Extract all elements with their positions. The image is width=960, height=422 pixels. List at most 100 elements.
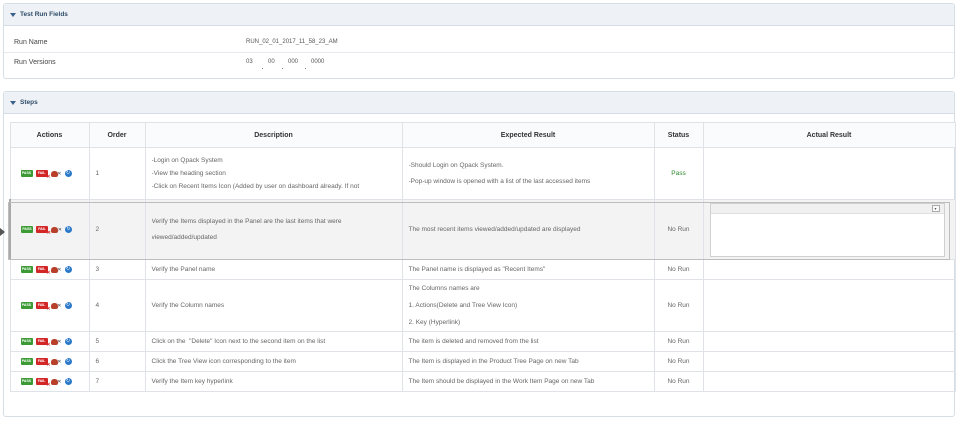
fail-icon[interactable]: FAIL — [35, 358, 51, 368]
fail-icon[interactable]: FAIL — [35, 266, 51, 276]
bug-delete-icon[interactable] — [50, 358, 62, 366]
step-row-1[interactable]: PASS FAIL ↻ 1 -Login on Qpack System -Vi… — [9, 147, 956, 200]
fail-icon[interactable]: FAIL — [36, 226, 51, 236]
actions-cell: PASS FAIL ↻ — [9, 199, 90, 260]
actions-cell: PASS FAIL ↻ — [9, 371, 90, 392]
run-versions-label: Run Versions — [14, 59, 56, 66]
bug-delete-icon[interactable] — [50, 302, 62, 310]
expected-cell: The Item is displayed in the Product Tre… — [401, 351, 655, 372]
refresh-icon[interactable]: ↻ — [64, 266, 72, 273]
expected-cell: -Should Login on Qpack System. -Pop-up w… — [401, 147, 655, 200]
status-cell: Pass — [653, 147, 704, 200]
description-line: -Login on Qpack System — [151, 157, 223, 164]
refresh-icon[interactable]: ↻ — [64, 378, 72, 385]
pass-icon[interactable]: PASS — [20, 378, 33, 385]
expected-cell: The item is deleted and removed from the… — [401, 331, 655, 352]
description-cell: Verify the Panel name — [144, 259, 403, 280]
description-cell: Verify the Column names — [144, 279, 403, 332]
steps-title: Steps — [20, 99, 38, 106]
run-version-minor[interactable]: 00 — [268, 59, 275, 65]
status-cell: No Run — [653, 279, 704, 332]
status-cell: No Run — [653, 371, 704, 392]
refresh-icon[interactable]: ↻ — [64, 170, 72, 177]
status-cell: No Run — [653, 259, 704, 280]
description-cell: Click on the "Delete" Icon next to the s… — [144, 331, 403, 352]
step-row-6[interactable]: PASS FAIL ↻ 6 Click the Tree View icon c… — [9, 351, 956, 372]
actions-cell: PASS FAIL ↻ — [9, 147, 90, 200]
step-row-4[interactable]: PASS FAIL ↻ 4 Verify the Column names Th… — [9, 279, 956, 332]
status-cell: No Run — [653, 351, 704, 372]
col-status: Status — [653, 122, 704, 148]
pass-icon[interactable]: PASS — [20, 170, 33, 177]
pass-icon[interactable]: PASS — [20, 302, 33, 309]
description-cell: Verify the Items displayed in the Panel … — [144, 199, 403, 260]
test-run-fields-title: Test Run Fields — [20, 11, 68, 18]
steps-header[interactable]: Steps — [4, 92, 954, 114]
fail-icon[interactable]: FAIL — [35, 338, 51, 348]
refresh-icon[interactable]: ↻ — [65, 226, 72, 233]
version-separator — [282, 68, 283, 69]
test-run-fields-panel: Test Run Fields Run Name RUN_02_01_2017_… — [3, 3, 955, 79]
step-row-5[interactable]: PASS FAIL ↻ 5 Click on the "Delete" Icon… — [9, 331, 956, 352]
order-cell: 2 — [88, 199, 146, 260]
bug-delete-icon[interactable] — [50, 170, 62, 178]
col-expected-result: Expected Result — [401, 122, 655, 148]
actual-result-cell[interactable] — [702, 351, 956, 372]
caret-down-icon[interactable] — [10, 100, 16, 105]
actual-result-cell[interactable] — [702, 259, 956, 280]
col-actual-result: Actual Result — [702, 122, 956, 148]
order-cell: 3 — [88, 259, 146, 280]
current-row-arrow-icon — [0, 228, 5, 236]
description-cell: Verify the Item key hyperlink — [144, 371, 403, 392]
bug-delete-icon[interactable] — [50, 378, 62, 386]
description-cell: Click the Tree View icon corresponding t… — [144, 351, 403, 372]
run-version-major[interactable]: 03 — [246, 59, 253, 65]
dropdown-arrow-icon[interactable]: ▾ — [931, 205, 940, 212]
expected-line: 2. Key (Hyperlink) — [408, 319, 461, 326]
editor-toolbar: ▾ — [710, 204, 944, 214]
pass-icon[interactable]: PASS — [20, 266, 33, 273]
test-run-fields-header[interactable]: Test Run Fields — [4, 4, 954, 26]
run-name-value: RUN_02_01_2017_11_58_23_AM — [246, 39, 338, 45]
fail-icon[interactable]: FAIL — [35, 302, 51, 312]
order-cell: 6 — [88, 351, 146, 372]
actual-result-cell[interactable] — [702, 147, 956, 200]
col-description: Description — [144, 122, 403, 148]
actions-cell: PASS FAIL ↻ — [9, 331, 90, 352]
bug-delete-icon[interactable] — [50, 338, 62, 346]
expected-line: 1. Actions(Delete and Tree View Icon) — [408, 302, 518, 309]
run-version-revision[interactable]: 0000 — [311, 59, 324, 65]
actual-result-cell[interactable] — [702, 279, 956, 332]
pass-icon[interactable]: PASS — [20, 358, 33, 365]
bug-delete-icon[interactable] — [51, 226, 62, 234]
fail-icon[interactable]: FAIL — [35, 170, 51, 180]
actual-result-cell[interactable]: ▾ — [702, 199, 956, 260]
bug-delete-icon[interactable] — [50, 266, 62, 274]
refresh-icon[interactable]: ↻ — [64, 302, 72, 309]
step-row-7[interactable]: PASS FAIL ↻ 7 Verify the Item key hyperl… — [9, 371, 956, 392]
description-line: -Click on Recent Items Icon (Added by us… — [151, 183, 360, 190]
actual-result-editor[interactable]: ▾ — [709, 203, 945, 257]
steps-table: Actions Order Description Expected Resul… — [9, 122, 956, 392]
pass-icon[interactable]: PASS — [20, 338, 33, 345]
pass-icon[interactable]: PASS — [21, 226, 33, 233]
actual-result-cell[interactable] — [702, 331, 956, 352]
refresh-icon[interactable]: ↻ — [64, 358, 72, 365]
order-cell: 5 — [88, 331, 146, 352]
run-versions-row: Run Versions 03 00 000 0000 — [4, 54, 954, 78]
step-row-2[interactable]: PASS FAIL ↻ 2 Verify the Items displayed… — [9, 199, 956, 260]
run-version-build[interactable]: 000 — [288, 59, 298, 65]
expected-line: The Columns names are — [408, 285, 480, 292]
refresh-icon[interactable]: ↻ — [64, 338, 72, 345]
expected-line: -Should Login on Qpack System. — [408, 161, 504, 169]
run-name-label: Run Name — [14, 39, 48, 46]
step-row-3[interactable]: PASS FAIL ↻ 3 Verify the Panel name The … — [9, 259, 956, 280]
expected-cell: The Panel name is displayed as "Recent I… — [401, 259, 655, 280]
order-cell: 1 — [88, 147, 146, 200]
version-separator — [305, 68, 306, 69]
caret-down-icon[interactable] — [10, 12, 16, 17]
col-order: Order — [88, 122, 146, 148]
fail-icon[interactable]: FAIL — [35, 378, 51, 388]
actual-result-cell[interactable] — [702, 371, 956, 392]
description-cell: -Login on Qpack System -View the heading… — [144, 147, 403, 200]
